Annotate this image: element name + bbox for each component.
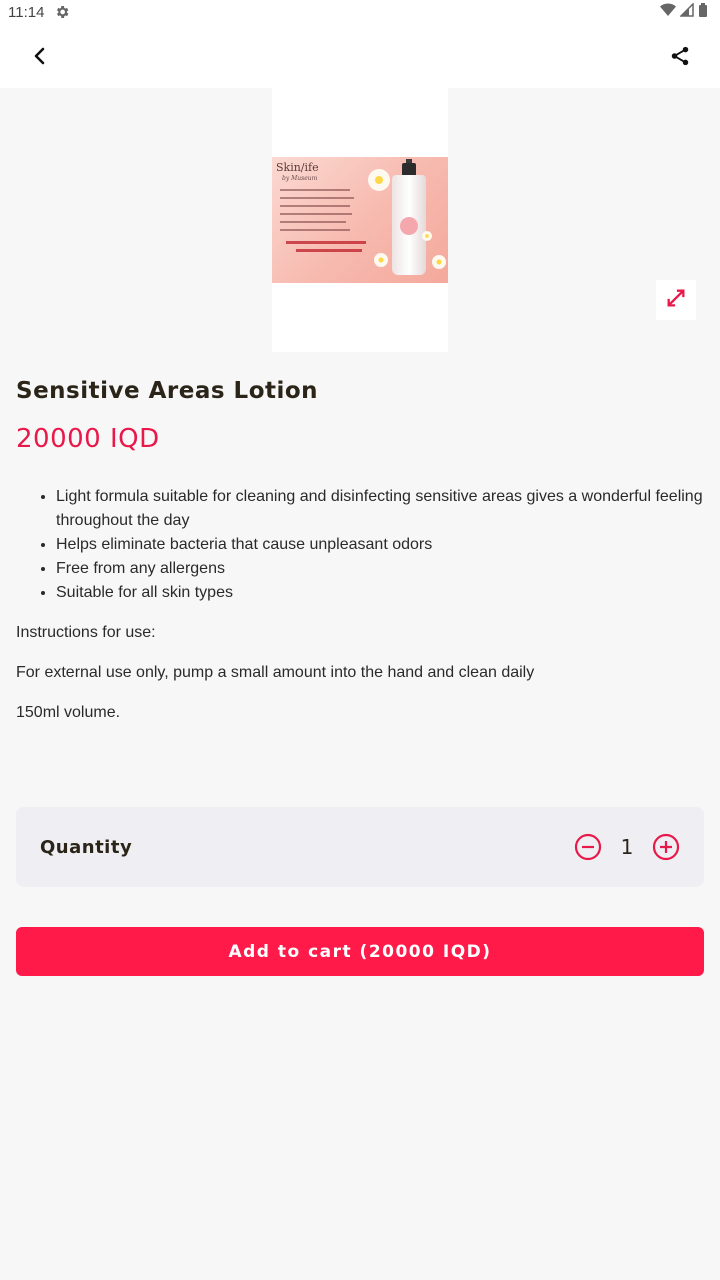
list-item: Suitable for all skin types	[56, 581, 712, 605]
minus-circle-icon[interactable]	[574, 833, 602, 861]
list-item: Helps eliminate bacteria that cause unpl…	[56, 533, 712, 557]
list-item: Free from any allergens	[56, 557, 712, 581]
image-brand-sub: by Museum	[282, 175, 318, 182]
add-to-cart-button[interactable]: Add to cart (20000 IQD)	[16, 927, 704, 976]
product-title: Sensitive Areas Lotion	[16, 378, 319, 404]
wifi-icon	[660, 3, 676, 21]
feature-list: Light formula suitable for cleaning and …	[16, 485, 712, 605]
battery-icon	[698, 3, 708, 21]
quantity-card: Quantity 1	[16, 807, 704, 887]
product-image-frame[interactable]: Skin/ife by Museum	[272, 88, 448, 352]
back-arrow-icon[interactable]	[24, 40, 56, 72]
instructions-text: For external use only, pump a small amou…	[16, 664, 535, 681]
expand-image-button[interactable]	[656, 280, 696, 320]
product-image-area: Skin/ife by Museum	[0, 88, 720, 352]
instructions-heading: Instructions for use:	[16, 624, 156, 641]
status-time: 11:14	[8, 3, 45, 21]
status-bar: 11:14	[0, 0, 720, 24]
gear-icon	[54, 4, 70, 20]
quantity-label: Quantity	[40, 836, 133, 858]
quantity-value: 1	[620, 835, 634, 859]
signal-icon	[679, 2, 694, 21]
volume-text: 150ml volume.	[16, 704, 121, 721]
image-brand-logo: Skin/ife	[276, 161, 319, 174]
share-icon[interactable]	[664, 40, 696, 72]
product-description: Light formula suitable for cleaning and …	[16, 485, 712, 725]
product-price: 20000 IQD	[16, 424, 160, 454]
app-bar	[0, 24, 720, 88]
list-item: Light formula suitable for cleaning and …	[56, 485, 712, 533]
product-image: Skin/ife by Museum	[272, 157, 448, 283]
plus-circle-icon[interactable]	[652, 833, 680, 861]
quantity-stepper: 1	[574, 833, 680, 861]
expand-icon	[665, 287, 687, 313]
